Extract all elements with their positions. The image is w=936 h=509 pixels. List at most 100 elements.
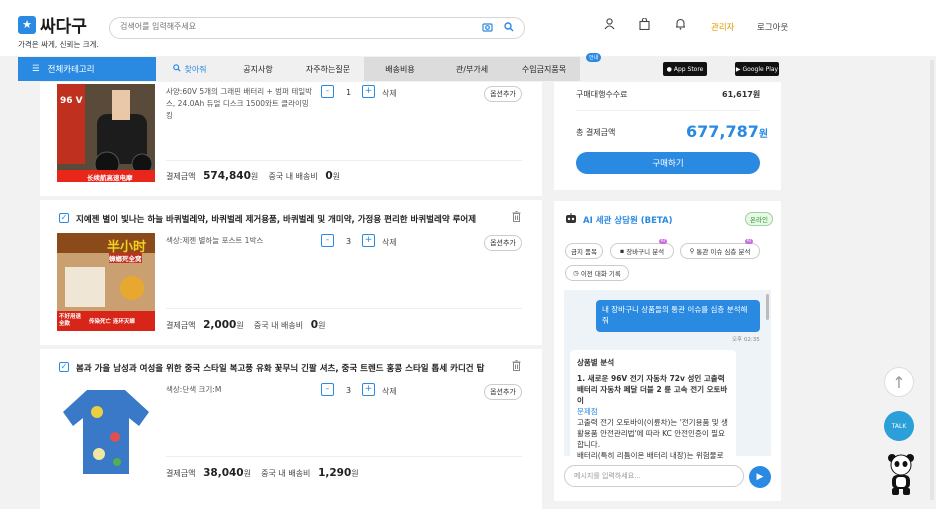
- pay-value: 574,840: [203, 170, 251, 182]
- add-option-button[interactable]: 옵션추가: [484, 235, 522, 251]
- bot-subheading: 문제점: [577, 407, 598, 416]
- ai-badge: AI: [744, 239, 753, 244]
- total-unit: 원: [758, 129, 769, 140]
- ship-value: 0: [325, 170, 333, 182]
- trash-icon[interactable]: [512, 360, 521, 374]
- hamburger-icon: ☰: [32, 64, 40, 74]
- thumb-label: 不好用退全款: [59, 314, 82, 327]
- tab-label: 자주하는질문: [305, 64, 351, 74]
- ship-value: 1,290: [318, 467, 352, 479]
- scroll-top-button[interactable]: ↑: [884, 367, 914, 397]
- google-play-label: Google Play: [742, 65, 779, 73]
- chip-prohibited[interactable]: 금지 품목: [565, 243, 603, 259]
- tab-tax[interactable]: 관/부가세: [436, 57, 508, 81]
- bot-text: 고출력 전기 오토바이(이륜차)는 '전기용품 및 생활용품 안전관리법'에 따…: [577, 418, 728, 449]
- logo[interactable]: ★ 싸다구 가격은 싸게, 신뢰는 크게.: [18, 12, 99, 50]
- qty-decrease-button[interactable]: -: [321, 85, 334, 98]
- logo-mark: ★ 싸다구: [18, 12, 87, 37]
- bot-icon: [565, 213, 577, 227]
- google-play-button[interactable]: ▶ Google Play: [735, 62, 779, 76]
- tab-find[interactable]: 찾아줘: [156, 57, 224, 81]
- bot-heading: 상품별 분석: [577, 358, 615, 367]
- payment-summary: 결제금액 2,000원 중국 내 배송비 0원: [166, 319, 325, 331]
- pay-value: 38,040: [203, 467, 244, 479]
- chat-scrollbar[interactable]: [766, 294, 769, 320]
- search-bar[interactable]: [109, 17, 525, 39]
- chip-cart-analysis[interactable]: ▪ 장바구니 분석 AI: [610, 239, 674, 259]
- app-store-label: App Store: [673, 65, 704, 73]
- logout-link[interactable]: 로그아웃: [757, 21, 788, 33]
- qty-increase-button[interactable]: +: [362, 234, 375, 247]
- chip-customs-deep[interactable]: ⚲ 통관 이슈 심층 분석 AI: [680, 239, 760, 259]
- product-checkbox[interactable]: ✓: [59, 213, 69, 223]
- search-input[interactable]: [120, 22, 470, 31]
- tab-shipping-cost[interactable]: 배송비용: [364, 57, 436, 81]
- pay-unit: 원: [243, 469, 251, 478]
- ship-value: 0: [310, 319, 319, 331]
- product-option: 색상:단색 크기:M: [166, 385, 222, 394]
- trash-icon[interactable]: [512, 211, 521, 225]
- bot-text: 배터리(특히 리튬이온 배터리 내장)는 위험물로: [577, 451, 724, 460]
- product-checkbox[interactable]: ✓: [59, 362, 69, 372]
- admin-link[interactable]: 관리자: [711, 21, 734, 33]
- product-thumbnail[interactable]: 96 V 长续航高速电摩: [57, 84, 155, 182]
- order-button[interactable]: 구매하기: [576, 152, 760, 174]
- category-label: 전체카테고리: [47, 65, 95, 75]
- tab-faq[interactable]: 자주하는질문: [292, 57, 364, 81]
- product-thumbnail[interactable]: 半小时 蟑螂死全窝 不好用退全款 传染死亡 连环灭蟑: [57, 233, 155, 331]
- bell-icon[interactable]: [675, 18, 686, 33]
- product-title[interactable]: 봄과 가을 남성과 여성을 위한 중국 스타일 복고풍 유화 꽃무늬 긴팔 셔츠…: [76, 362, 506, 374]
- chat-input[interactable]: 메시지를 입력하세요...: [564, 465, 744, 487]
- qty-decrease-button[interactable]: -: [321, 383, 334, 396]
- divider: [576, 110, 760, 111]
- camera-icon[interactable]: [482, 22, 493, 35]
- qty-increase-button[interactable]: +: [362, 85, 375, 98]
- delete-option-link[interactable]: 삭제: [382, 88, 397, 99]
- chip-history[interactable]: ◷ 이전 대화 기록: [565, 265, 629, 281]
- tab-notice[interactable]: 공지사항: [224, 57, 292, 81]
- send-icon: ▶: [756, 472, 764, 482]
- thumb-label: 蟑螂死全窝: [109, 253, 142, 263]
- qty-value: 1: [346, 88, 352, 97]
- send-button[interactable]: ▶: [749, 466, 771, 488]
- divider: [166, 456, 522, 457]
- user-message: 내 장바구니 상품들의 통관 이슈를 심층 분석해 줘: [596, 300, 760, 332]
- thumb-label: 传染死亡 连环灭蟑: [89, 319, 135, 325]
- tab-label: 찾아줘: [184, 64, 207, 74]
- user-icon[interactable]: [604, 18, 615, 33]
- ship-unit: 원: [351, 469, 359, 478]
- shopping-bag-icon[interactable]: [639, 17, 650, 33]
- logo-tagline: 가격은 싸게, 신뢰는 크게.: [18, 40, 99, 49]
- pay-unit: 원: [250, 172, 259, 181]
- add-option-button[interactable]: 옵션추가: [484, 86, 522, 102]
- product-title[interactable]: 지예젠 별이 빛나는 하늘 바퀴벌레약, 바퀴벌레 제거용품, 바퀴벌레 및 개…: [76, 213, 506, 225]
- product-thumbnail[interactable]: [57, 382, 155, 480]
- arrow-up-icon: ↑: [892, 372, 906, 392]
- play-icon: ▶: [735, 65, 741, 73]
- add-option-button[interactable]: 옵션추가: [484, 384, 522, 400]
- ship-label: 중국 내 배송비: [253, 321, 304, 330]
- delete-option-link[interactable]: 삭제: [382, 237, 397, 248]
- ship-label: 중국 내 배송비: [261, 469, 311, 478]
- chip-label: 이전 대화 기록: [580, 270, 621, 278]
- qty-value: 3: [346, 237, 352, 246]
- qty-increase-button[interactable]: +: [362, 383, 375, 396]
- section-divider: [40, 345, 542, 349]
- fee-label: 구매대행수수료: [576, 90, 628, 99]
- thumb-label: 96 V: [60, 96, 83, 106]
- ai-badge: AI: [658, 239, 667, 244]
- header: ★ 싸다구 가격은 싸게, 신뢰는 크게. 관리자 로그아웃: [0, 0, 936, 56]
- category-menu-button[interactable]: ☰ 전체카테고리: [18, 57, 156, 81]
- talk-button[interactable]: TALK: [884, 411, 914, 441]
- search-icon[interactable]: [504, 22, 514, 35]
- panda-mascot-icon[interactable]: [886, 452, 916, 496]
- divider: [166, 160, 522, 161]
- pay-value: 2,000: [203, 319, 237, 331]
- delete-option-link[interactable]: 삭제: [382, 386, 397, 397]
- tab-prohibited[interactable]: 수입금지품목: [508, 57, 580, 81]
- payment-summary: 결제금액 574,840원 중국 내 배송비 0원: [166, 170, 340, 182]
- tab-label: 배송비용: [385, 64, 415, 74]
- page-scrollbar[interactable]: [930, 60, 934, 500]
- qty-decrease-button[interactable]: -: [321, 234, 334, 247]
- app-store-button[interactable]: ● App Store: [663, 62, 707, 76]
